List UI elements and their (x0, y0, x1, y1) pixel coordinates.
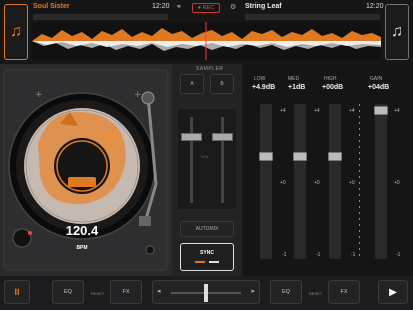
play-button[interactable]: ▶ (378, 280, 408, 304)
eq-gain-label: GAIN (370, 76, 383, 82)
deck-a-fx-button[interactable]: FX (110, 280, 142, 304)
deck-a-panel: + + 120.4 BPM (0, 64, 172, 276)
eq-high-scale-top: +4 (349, 108, 355, 114)
pause-button[interactable]: II (4, 280, 30, 304)
eq-high-scale-mid: +0 (349, 180, 355, 186)
record-button[interactable]: ● REC (192, 3, 220, 13)
crossfader[interactable]: ◂ ▸ (152, 280, 260, 304)
deck-b-time: 12:20 (366, 3, 384, 10)
sampler-slot-a[interactable]: A (180, 74, 204, 94)
deck-a-overview[interactable] (33, 14, 168, 26)
automix-button[interactable]: AUTOMIX (180, 221, 234, 237)
settings-icon[interactable]: ⚙ (230, 3, 236, 11)
gain-meter (359, 104, 360, 259)
deck-a-library-button[interactable]: ♫ (4, 4, 28, 60)
eq-med-slider[interactable] (293, 104, 307, 259)
deck-b-fx-button[interactable]: FX (328, 280, 360, 304)
eq-gain-slider[interactable] (374, 104, 388, 259)
gain-scale-bottom: -1 (396, 252, 401, 258)
deck-a-eq-button[interactable]: EQ (52, 280, 84, 304)
headphones-icon[interactable]: ⚭ (176, 3, 182, 11)
eq-low-scale-mid: +0 (280, 180, 286, 186)
eq-low-value: +4.9dB (252, 84, 276, 91)
music-note-icon: ♫ (10, 23, 22, 40)
eq-low-slider[interactable] (259, 104, 273, 259)
deck-b-volume-fader[interactable] (212, 133, 233, 141)
waveform-display[interactable] (32, 22, 381, 60)
eq-high-label: HIGH (324, 76, 337, 82)
eq-med-knob[interactable] (293, 152, 307, 161)
eq-med-value: +1dB (288, 84, 306, 91)
deck-b-track-title: String Leaf (245, 3, 282, 10)
sampler-slot-b[interactable]: B (210, 74, 234, 94)
eq-low-scale-bottom: -1 (282, 252, 287, 258)
eq-high-value: +00dB (322, 84, 344, 91)
deck-b-overview[interactable] (245, 14, 380, 26)
eq-low-knob[interactable] (259, 152, 273, 161)
deck-b-eq-button[interactable]: EQ (270, 280, 302, 304)
eq-med-scale-bottom: -1 (316, 252, 321, 258)
eq-high-knob[interactable] (328, 152, 342, 161)
eq-gain-value: +04dB (368, 84, 390, 91)
mixer-center: SAMPLER A B VOL AUTOMIX SYNC (172, 64, 242, 276)
vol-label: VOL (201, 154, 210, 159)
eq-low-scale-top: +4 (280, 108, 286, 114)
volume-faders: VOL (178, 109, 236, 209)
top-bar: ♫ ♫ Soul Sister 12:20 ⚭ ● REC ⚙ String L… (0, 0, 413, 64)
deck-b-reset-label[interactable]: RESET (309, 291, 322, 296)
crossfader-right-icon: ▸ (251, 288, 255, 295)
eq-high-scale-bottom: -1 (351, 252, 356, 258)
eq-med-label: MED (288, 76, 300, 82)
eq-low-label: LOW (254, 76, 266, 82)
bpm-label: BPM (76, 245, 88, 251)
svg-text:+: + (134, 90, 142, 100)
eq-high-slider[interactable] (328, 104, 342, 259)
svg-text:+: + (35, 90, 43, 100)
sync-label: SYNC (200, 250, 214, 256)
eq-panel: LOW +4.9dB MED +1dB HIGH +00dB GAIN +04d… (242, 64, 413, 276)
eq-med-scale-mid: +0 (314, 180, 320, 186)
sync-indicator-a (195, 261, 205, 263)
deck-b-library-button[interactable]: ♫ (385, 4, 409, 60)
crossfader-handle[interactable] (204, 284, 208, 302)
deck-a-volume-fader[interactable] (181, 133, 202, 141)
gain-scale-mid: +0 (394, 180, 400, 186)
sampler-label: SAMPLER (196, 66, 224, 72)
gain-scale-top: +4 (394, 108, 400, 114)
deck-a-track-title: Soul Sister (33, 3, 70, 10)
bpm-value: 120.4 (65, 223, 99, 238)
deck-a-time: 12:20 (152, 3, 170, 10)
sync-indicator-b (209, 261, 219, 263)
eq-gain-knob[interactable] (374, 106, 388, 115)
crossfader-left-icon: ◂ (157, 288, 161, 295)
music-note-icon: ♫ (391, 23, 403, 40)
bottom-bar: II EQ RESET FX ◂ ▸ EQ RESET FX ▶ (0, 276, 413, 310)
sync-button[interactable]: SYNC (180, 243, 234, 271)
deck-a-reset-label[interactable]: RESET (91, 291, 104, 296)
eq-med-scale-top: +4 (314, 108, 320, 114)
